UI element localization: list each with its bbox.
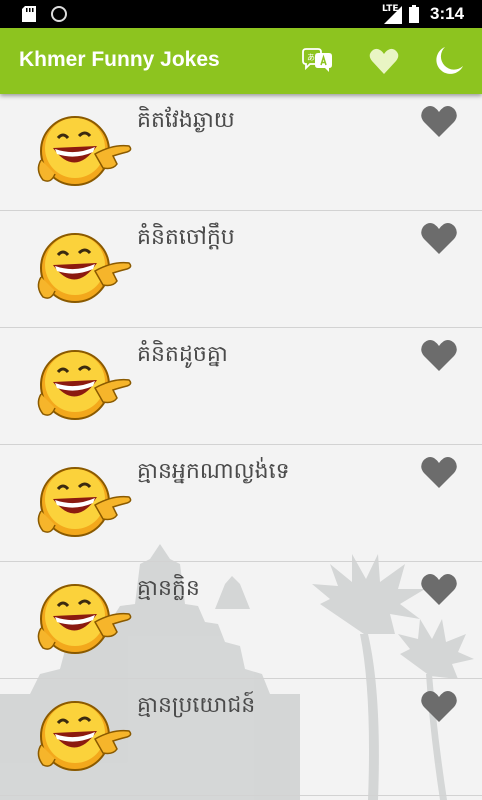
app-title: Khmer Funny Jokes	[19, 48, 220, 71]
list-item[interactable]: គំនិតដូចគ្នា	[0, 328, 482, 445]
app-bar: Khmer Funny Jokes あ	[0, 28, 482, 94]
favorite-heart-icon[interactable]	[420, 221, 458, 255]
sd-card-icon	[22, 6, 36, 22]
joke-title: គ្មានអ្នកណាល្ងង់ទេ	[137, 459, 290, 484]
joke-title: គិតវែងឆ្ងាយ	[137, 108, 235, 133]
joke-list[interactable]: គិតវែងឆ្ងាយ គំនិតចៅក្តឹប គំនិតដូចគ្នា គ្…	[0, 94, 482, 800]
signal-icon	[384, 6, 402, 24]
sync-icon	[51, 6, 67, 22]
favorite-heart-icon[interactable]	[420, 104, 458, 138]
joke-title: គ្មានប្រយោជន៍	[137, 693, 256, 718]
favorite-heart-icon[interactable]	[420, 338, 458, 372]
clock: 3:14	[430, 4, 465, 23]
favorite-heart-icon[interactable]	[420, 689, 458, 723]
list-item[interactable]: គ្មានអ្នកណាល្ងង់ទេ	[0, 445, 482, 562]
list-item[interactable]: គ្មានប្រយោជន៍	[0, 679, 482, 796]
laughing-emoji-icon	[37, 233, 132, 303]
battery-icon	[409, 5, 419, 23]
joke-title: គំនិតចៅក្តឹប	[137, 225, 235, 250]
laughing-emoji-icon	[37, 701, 132, 771]
list-item[interactable]: គ្មានក្លិន	[0, 562, 482, 679]
favorite-heart-icon[interactable]	[420, 455, 458, 489]
joke-title: គ្មានក្លិន	[137, 576, 200, 601]
joke-title: គំនិតដូចគ្នា	[137, 342, 228, 367]
laughing-emoji-icon	[37, 116, 132, 186]
laughing-emoji-icon	[37, 584, 132, 654]
status-bar: LTE 3:14	[0, 0, 482, 28]
list-item[interactable]: គិតវែងឆ្ងាយ	[0, 94, 482, 211]
list-item[interactable]: គំនិតចៅក្តឹប	[0, 211, 482, 328]
favorite-heart-icon[interactable]	[420, 572, 458, 606]
laughing-emoji-icon	[37, 350, 132, 420]
moon-icon[interactable]	[431, 44, 465, 78]
translate-icon[interactable]: あ	[300, 44, 334, 78]
svg-text:あ: あ	[307, 53, 315, 62]
heart-icon[interactable]	[367, 44, 401, 78]
laughing-emoji-icon	[37, 467, 132, 537]
